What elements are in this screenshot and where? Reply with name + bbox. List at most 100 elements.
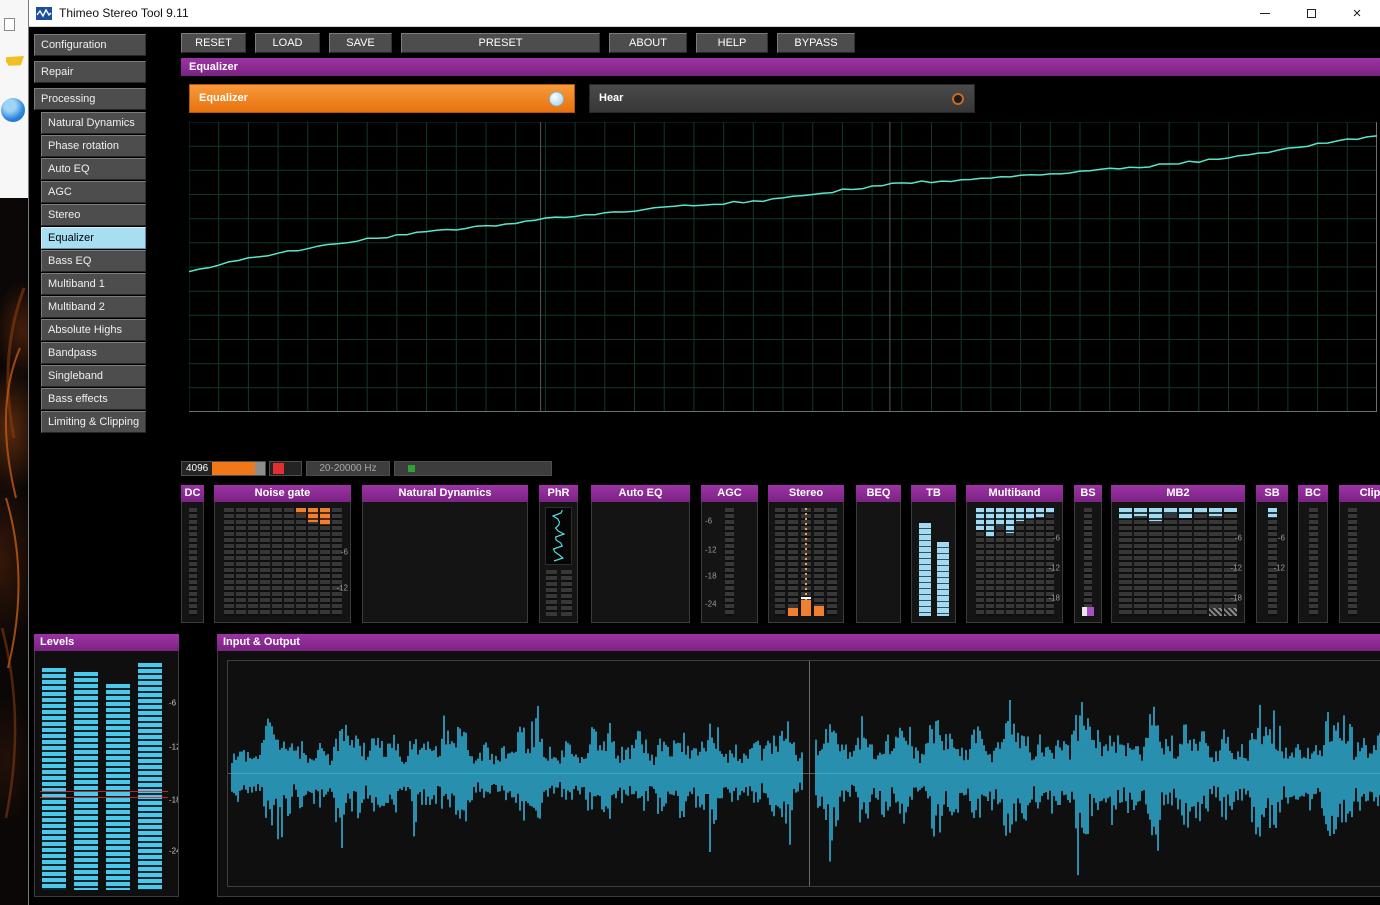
meter-header-natural-dynamics[interactable]: Natural Dynamics xyxy=(362,485,528,502)
sidebar-item-phase-rotation[interactable]: Phase rotation xyxy=(41,135,146,157)
meter-cap xyxy=(1268,508,1277,517)
sidebar-item-repair[interactable]: Repair xyxy=(34,61,146,83)
meter-tick: -18 xyxy=(1230,594,1242,603)
titlebar: Thimeo Stereo Tool 9.11 × xyxy=(29,0,1380,27)
app-icon xyxy=(36,7,52,20)
meter-header-clip[interactable]: Clip xyxy=(1339,485,1380,502)
hear-led-icon xyxy=(952,93,964,105)
meter-column xyxy=(976,508,984,616)
spectrum-hold-control[interactable] xyxy=(269,461,302,476)
meter-panel-tb: TB xyxy=(911,485,956,623)
meter-orange-bar xyxy=(788,608,798,616)
meter-body: -6-12 xyxy=(214,502,351,623)
meter-header-tb[interactable]: TB xyxy=(911,485,956,502)
close-button[interactable]: × xyxy=(1334,0,1380,27)
sidebar-item-absolute-highs[interactable]: Absolute Highs xyxy=(41,319,146,341)
toolbar-button-help[interactable]: HELP xyxy=(696,33,768,53)
level-bar xyxy=(106,684,130,890)
meter-header-phr[interactable]: PhR xyxy=(539,485,578,502)
sidebar-item-processing[interactable]: Processing xyxy=(34,88,146,110)
document-icon[interactable] xyxy=(4,18,15,31)
fft-slider-fill xyxy=(212,462,255,475)
meter-header-noise-gate[interactable]: Noise gate xyxy=(214,485,351,502)
meter-body xyxy=(539,502,578,623)
sidebar-item-equalizer[interactable]: Equalizer xyxy=(41,227,146,249)
sidebar-item-bass-eq[interactable]: Bass EQ xyxy=(41,250,146,272)
sidebar-item-limiting-clipping[interactable]: Limiting & Clipping xyxy=(41,411,146,433)
meter-column xyxy=(725,508,734,616)
meter-header-auto-eq[interactable]: Auto EQ xyxy=(591,485,690,502)
toolbar-button-load[interactable]: LOAD xyxy=(255,33,320,53)
sidebar-item-bass-effects[interactable]: Bass effects xyxy=(41,388,146,410)
meter-column xyxy=(1036,508,1044,616)
sidebar-item-auto-eq[interactable]: Auto EQ xyxy=(41,158,146,180)
meter-column xyxy=(827,508,837,616)
meter-panel-sb: SB-6-12 xyxy=(1256,485,1288,623)
meter-cap xyxy=(308,508,318,522)
equalizer-section-header: Equalizer xyxy=(181,58,1380,76)
red-indicator-icon xyxy=(273,463,284,474)
meter-header-bs[interactable]: BS xyxy=(1074,485,1102,502)
meter-panel-bs: BS xyxy=(1074,485,1102,623)
meter-column xyxy=(308,508,318,616)
meter-tick: -6 xyxy=(1053,534,1060,543)
sidebar-item-stereo[interactable]: Stereo xyxy=(41,204,146,226)
meter-header-mb2[interactable]: MB2 xyxy=(1111,485,1245,502)
meter-header-agc[interactable]: AGC xyxy=(701,485,758,502)
meter-header-sb[interactable]: SB xyxy=(1256,485,1288,502)
meter-orange-bar xyxy=(814,606,824,616)
toolbar-button-reset[interactable]: RESET xyxy=(181,33,246,53)
sidebar-item-multiband-2[interactable]: Multiband 2 xyxy=(41,296,146,318)
sidebar-item-agc[interactable]: AGC xyxy=(41,181,146,203)
meter-body xyxy=(591,502,690,623)
minimize-button[interactable] xyxy=(1242,0,1288,27)
meter-column xyxy=(986,508,994,616)
meter-column xyxy=(814,508,824,616)
meter-panel-mb2: MB2-6-12-18 xyxy=(1111,485,1245,623)
meter-panel-phr: PhR xyxy=(539,485,578,623)
sidebar-item-natural-dynamics[interactable]: Natural Dynamics xyxy=(41,112,146,134)
sidebar-item-configuration[interactable]: Configuration xyxy=(34,34,146,56)
level-bar xyxy=(138,663,162,890)
meter-header-multiband[interactable]: Multiband xyxy=(966,485,1063,502)
frequency-range-value: 20-20000 Hz xyxy=(307,463,389,474)
meters-row: DCNoise gate-6-12Natural DynamicsPhRAuto… xyxy=(29,485,1380,623)
meter-header-dc[interactable]: DC xyxy=(181,485,204,502)
meter-column xyxy=(260,508,270,616)
frequency-range-control[interactable]: 20-20000 Hz xyxy=(306,461,390,476)
meter-column xyxy=(248,508,258,616)
spectrum-mode-control[interactable] xyxy=(394,461,552,476)
green-indicator-icon xyxy=(408,465,415,472)
sidebar-item-multiband-1[interactable]: Multiband 1 xyxy=(41,273,146,295)
browser-logo-icon[interactable] xyxy=(1,98,25,122)
meter-cap xyxy=(976,508,984,530)
meter-header-beq[interactable]: BEQ xyxy=(856,485,901,502)
meter-header-stereo[interactable]: Stereo xyxy=(768,485,844,502)
toolbar-button-about[interactable]: ABOUT xyxy=(609,33,687,53)
meter-tick: -6 xyxy=(1278,534,1285,543)
equalizer-enable-toggle[interactable]: Equalizer xyxy=(189,84,575,113)
desktop-background xyxy=(0,0,28,905)
fft-size-control[interactable]: 4096 xyxy=(181,461,266,476)
shopping-cart-icon[interactable] xyxy=(6,56,24,70)
equalizer-graph[interactable] xyxy=(189,122,1377,412)
level-tick: -18 xyxy=(169,796,179,805)
window-title: Thimeo Stereo Tool 9.11 xyxy=(59,6,189,20)
hear-toggle[interactable]: Hear xyxy=(589,84,975,113)
toolbar-button-preset[interactable]: PRESET xyxy=(401,33,600,53)
meter-header-bc[interactable]: BC xyxy=(1298,485,1328,502)
level-tick: -12 xyxy=(169,743,179,752)
meter-body xyxy=(1298,502,1328,623)
maximize-button[interactable] xyxy=(1288,0,1334,27)
meter-cap xyxy=(1224,508,1237,512)
wallpaper-art xyxy=(0,198,28,905)
meter-column xyxy=(1179,508,1192,616)
sidebar-item-singleband[interactable]: Singleband xyxy=(41,365,146,387)
sidebar-item-bandpass[interactable]: Bandpass xyxy=(41,342,146,364)
toolbar-button-save[interactable]: SAVE xyxy=(329,33,392,53)
meter-tick: -6 xyxy=(705,517,712,526)
toolbar-button-bypass[interactable]: BYPASS xyxy=(777,33,855,53)
input-output-header[interactable]: Input & Output xyxy=(217,634,1380,651)
meter-tick: -12 xyxy=(705,546,717,555)
levels-header[interactable]: Levels xyxy=(34,634,179,651)
